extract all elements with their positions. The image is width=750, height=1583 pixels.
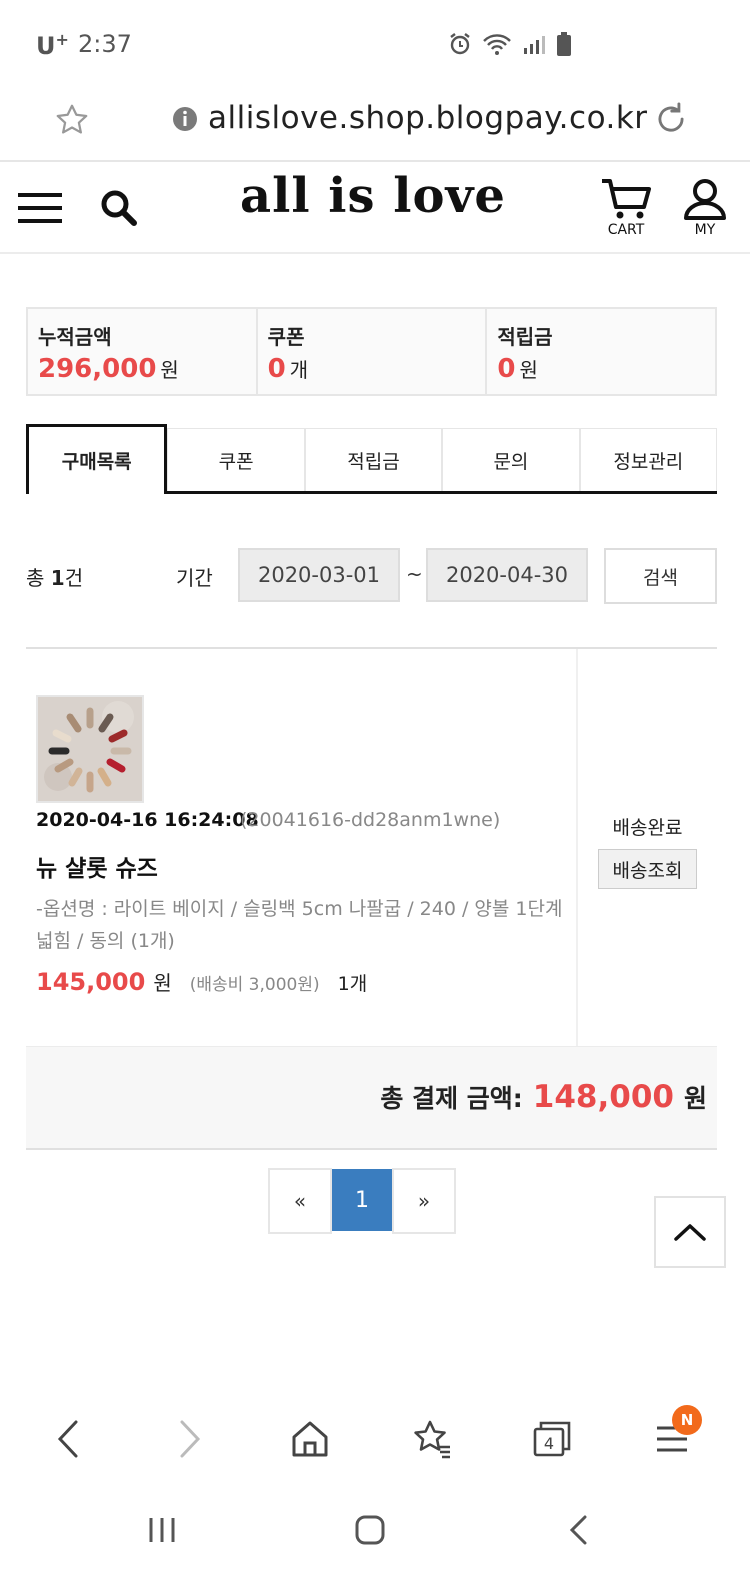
summary-label: 누적금액 (38, 325, 112, 349)
payment-total: 총 결제 금액: 148,000 원 (26, 1046, 717, 1150)
recent-apps-icon (149, 1518, 175, 1542)
date-filter: 총 1건 기간 2020-03-01 ~ 2020-04-30 검색 (26, 548, 717, 604)
price-unit: 원 (153, 971, 172, 995)
pagination: « 1 » (268, 1168, 456, 1234)
battery-icon (557, 32, 571, 56)
scroll-top-button[interactable] (654, 1196, 726, 1268)
carrier-label: U+ (36, 30, 69, 60)
forward-button[interactable] (166, 1415, 214, 1463)
page-1-button[interactable]: 1 (332, 1169, 392, 1231)
cart-icon (602, 179, 651, 219)
order-total-count: 총 1건 (26, 566, 84, 590)
delivery-status: 배송완료 (612, 817, 683, 839)
summary-unit: 원 (519, 358, 538, 382)
tab-account-info[interactable]: 정보관리 (579, 428, 718, 491)
product-name[interactable]: 뉴 샬롯 슈즈 (36, 849, 158, 883)
summary-value: 0 (267, 354, 286, 384)
url-text[interactable]: allislove.shop.blogpay.co.kr (208, 100, 648, 136)
url-bar[interactable]: allislove.shop.blogpay.co.kr (0, 90, 750, 162)
order-details: 2020-04-16 16:24:08 (20041616-dd28anm1wn… (26, 649, 578, 1047)
clock: 2:37 (78, 30, 132, 58)
total-label: 총 결제 금액: (380, 1084, 523, 1113)
date-from-input[interactable]: 2020-03-01 (238, 548, 400, 602)
summary-label: 쿠폰 (267, 325, 305, 349)
mypage-tabs: 구매목록 쿠폰 적립금 문의 정보관리 (26, 424, 718, 494)
price-row: 145,000 원 (배송비 3,000원) 1개 (36, 967, 367, 996)
user-icon (684, 179, 726, 220)
item-quantity: 1개 (337, 973, 368, 995)
date-to-input[interactable]: 2020-04-30 (426, 548, 588, 602)
cart-button[interactable]: CART (598, 178, 654, 238)
tab-coupons[interactable]: 쿠폰 (167, 428, 305, 491)
bookmark-star-icon[interactable] (54, 102, 90, 138)
order-item: 2020-04-16 16:24:08 (20041616-dd28anm1wn… (26, 647, 717, 1047)
menu-icon[interactable] (18, 192, 62, 224)
home-button[interactable] (286, 1415, 334, 1463)
shipping-fee: (배송비 3,000원) (189, 975, 320, 995)
back-arrow-icon (569, 1515, 587, 1545)
order-status-panel: 배송완료 배송조회 (578, 649, 717, 1047)
item-price: 145,000 (36, 968, 146, 996)
total-amount: 148,000 (532, 1079, 674, 1115)
wifi-icon (483, 34, 511, 55)
total-unit: 원 (683, 1084, 707, 1113)
period-label: 기간 (176, 566, 213, 590)
summary-coupons: 쿠폰 0개 (258, 309, 488, 394)
account-summary: 누적금액 296,000 원 쿠폰 0개 적립금 0원 (26, 307, 717, 396)
chevron-right-icon (180, 1420, 201, 1458)
bookmark-list-icon (414, 1420, 450, 1459)
back-button[interactable] (44, 1415, 92, 1463)
product-options: -옵션명 : 라이트 베이지 / 슬링백 5cm 나팔굽 / 240 / 양볼 … (36, 898, 563, 952)
system-back-button[interactable] (556, 1508, 600, 1552)
reload-icon[interactable] (652, 100, 690, 138)
summary-points: 적립금 0원 (487, 309, 715, 394)
alarm-icon (450, 33, 470, 55)
my-label: MY (694, 222, 716, 238)
home-icon (292, 1421, 328, 1457)
system-home-button[interactable] (348, 1508, 392, 1552)
product-thumbnail[interactable] (36, 695, 144, 803)
bookmarks-button[interactable] (408, 1415, 456, 1463)
status-bar: U+ 2:37 (0, 0, 750, 90)
cart-label: CART (607, 222, 645, 238)
summary-unit: 개 (289, 358, 309, 382)
home-square-icon (355, 1515, 385, 1545)
date-separator: ~ (406, 562, 423, 586)
tab-purchase-list[interactable]: 구매목록 (26, 424, 168, 494)
next-page-button[interactable]: » (392, 1168, 456, 1234)
tabs-icon: 4 (533, 1421, 571, 1457)
notification-badge: N (672, 1405, 702, 1435)
site-header: all is love CART MY (0, 162, 750, 254)
track-delivery-button[interactable]: 배송조회 (598, 849, 697, 889)
tab-inquiry[interactable]: 문의 (442, 428, 580, 491)
tabs-button[interactable]: 4 (528, 1415, 576, 1463)
summary-label: 적립금 (497, 325, 553, 349)
search-button[interactable]: 검색 (604, 548, 717, 604)
tab-points[interactable]: 적립금 (304, 428, 443, 491)
system-navigation (0, 1490, 750, 1583)
summary-total-amount: 누적금액 296,000 원 (28, 309, 258, 394)
chevron-left-icon (57, 1420, 78, 1458)
recent-apps-button[interactable] (140, 1508, 184, 1552)
status-icons (448, 30, 572, 58)
product-image (38, 697, 142, 801)
signal-icon (524, 36, 545, 54)
order-datetime: 2020-04-16 16:24:08 (36, 809, 259, 831)
my-page-button[interactable]: MY (680, 178, 730, 238)
summary-value: 0 (497, 354, 516, 384)
order-number: (20041616-dd28anm1wne) (240, 809, 501, 831)
chevron-up-icon (674, 1224, 706, 1241)
browser-toolbar: 4 (0, 1395, 750, 1485)
search-icon[interactable] (100, 189, 138, 227)
site-info-icon[interactable] (172, 106, 198, 132)
summary-value: 296,000 (38, 354, 157, 384)
prev-page-button[interactable]: « (268, 1168, 332, 1234)
tab-count: 4 (544, 1434, 554, 1453)
summary-unit: 원 (160, 358, 179, 382)
site-logo[interactable]: all is love (240, 168, 506, 224)
